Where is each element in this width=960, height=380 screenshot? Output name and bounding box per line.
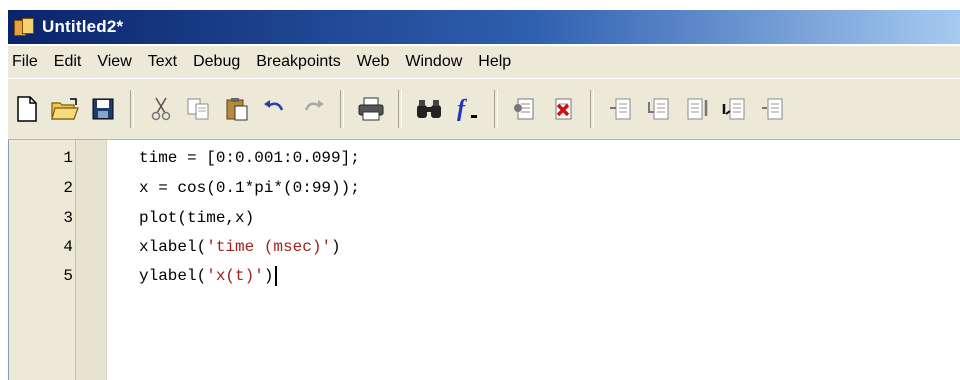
line-number: 4 [63, 238, 73, 256]
copy-icon [187, 98, 209, 120]
toolbar-separator [494, 90, 498, 128]
code-line[interactable]: ylabel('x(t)') [139, 264, 278, 288]
open-button[interactable] [49, 92, 81, 126]
find-binoculars-icon [417, 100, 441, 118]
toolbar: f [8, 78, 960, 140]
text-caret [275, 265, 278, 286]
menu-text[interactable]: Text [140, 46, 185, 78]
set-breakpoint-button[interactable] [509, 92, 541, 126]
code-line[interactable]: plot(time,x) [139, 206, 254, 230]
step-out-button[interactable] [681, 92, 713, 126]
code-text: ylabel( [139, 267, 207, 285]
menu-help[interactable]: Help [470, 46, 519, 78]
editor-window: Untitled2* File Edit View Text Debug Bre… [0, 0, 960, 380]
step-icon [610, 98, 631, 120]
menu-file[interactable]: File [8, 46, 46, 78]
menu-view[interactable]: View [89, 46, 139, 78]
code-text: ) [263, 267, 274, 285]
toolbar-separator [130, 90, 134, 128]
step-out-icon [687, 98, 708, 120]
code-editor[interactable]: 1 2 3 4 5 time = [0:0.001:0.099]; x = co… [8, 140, 960, 380]
menu-window[interactable]: Window [397, 46, 470, 78]
window-title: Untitled2* [42, 17, 124, 36]
exit-debug-icon [762, 98, 783, 120]
save-button[interactable] [87, 92, 119, 126]
redo-button[interactable] [297, 92, 329, 126]
find-button[interactable] [413, 92, 445, 126]
menu-edit[interactable]: Edit [46, 46, 90, 78]
clear-breakpoint-icon [555, 98, 572, 120]
menu-breakpoints[interactable]: Breakpoints [248, 46, 349, 78]
step-in-icon [648, 98, 669, 120]
print-button[interactable] [355, 92, 387, 126]
line-number: 3 [63, 209, 73, 227]
svg-text:f: f [457, 96, 467, 122]
step-button[interactable] [605, 92, 637, 126]
function-button[interactable]: f [451, 92, 483, 126]
toolbar-separator [590, 90, 594, 128]
code-text: ) [331, 238, 341, 256]
undo-button[interactable] [259, 92, 291, 126]
set-breakpoint-icon [514, 98, 534, 120]
open-folder-icon [51, 98, 79, 120]
paste-button[interactable] [221, 92, 253, 126]
cut-icon [151, 97, 171, 121]
code-text: xlabel( [139, 238, 207, 256]
line-number: 1 [63, 149, 73, 167]
code-line[interactable]: xlabel('time (msec)') [139, 235, 341, 259]
step-in-button[interactable] [643, 92, 675, 126]
copy-button[interactable] [183, 92, 215, 126]
paste-icon [226, 98, 248, 121]
print-icon [358, 97, 384, 121]
redo-icon [304, 100, 324, 111]
title-bar[interactable]: Untitled2* [8, 10, 960, 44]
undo-icon [264, 100, 284, 111]
menu-web[interactable]: Web [349, 46, 398, 78]
toolbar-separator [398, 90, 402, 128]
continue-button[interactable] [719, 92, 751, 126]
matlab-editor-icon [14, 18, 34, 36]
clear-breakpoint-button[interactable] [547, 92, 579, 126]
string-literal: 'x(t)' [206, 267, 264, 285]
breakpoint-column[interactable] [76, 140, 107, 380]
toolbar-separator [340, 90, 344, 128]
exit-debug-button[interactable] [757, 92, 789, 126]
function-icon: f [457, 96, 477, 122]
string-literal: 'time (msec)' [206, 238, 332, 256]
menu-bar: File Edit View Text Debug Breakpoints We… [8, 46, 960, 78]
line-number: 2 [63, 179, 73, 197]
continue-icon [722, 98, 745, 120]
line-number: 5 [63, 267, 73, 285]
menu-debug[interactable]: Debug [185, 46, 248, 78]
save-icon [92, 98, 114, 120]
code-line[interactable]: x = cos(0.1*pi*(0:99)); [139, 176, 360, 200]
code-line[interactable]: time = [0:0.001:0.099]; [139, 146, 360, 170]
new-file-icon [17, 96, 37, 122]
new-file-button[interactable] [11, 92, 43, 126]
cut-button[interactable] [145, 92, 177, 126]
